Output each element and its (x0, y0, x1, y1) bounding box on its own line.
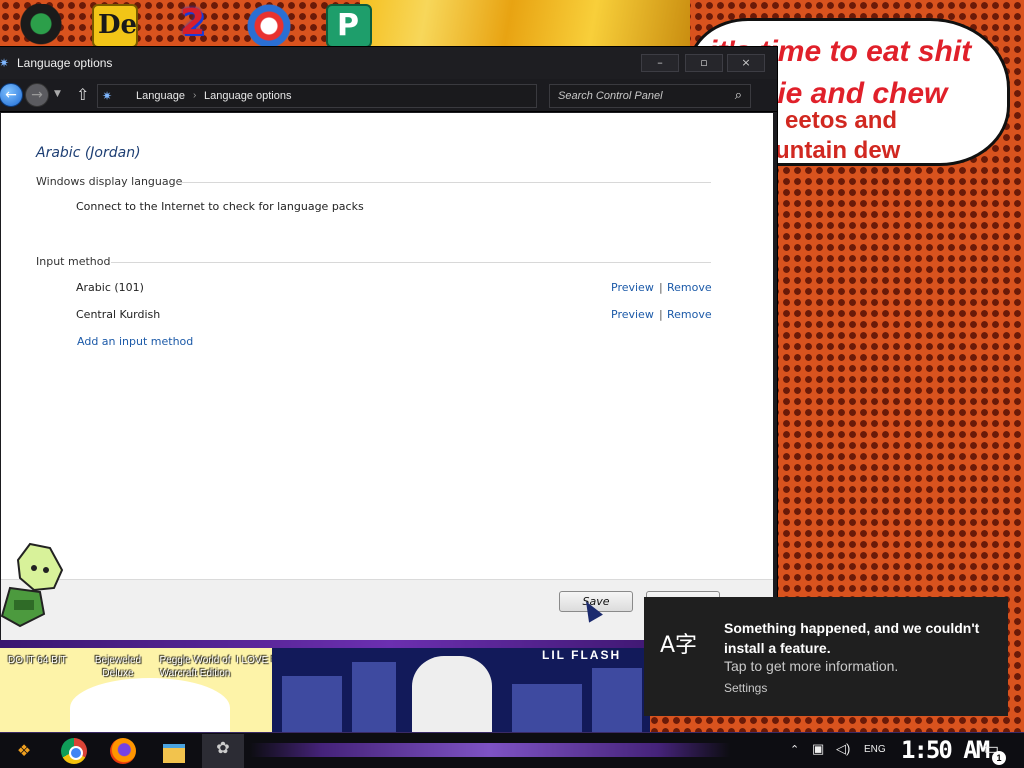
language-options-window: ✷ Language options – ▫ × ← → ▼ ⇧ ✷ Langu… (0, 46, 778, 642)
remove-link[interactable]: Remove (667, 308, 712, 321)
breadcrumb-item-language-options[interactable]: Language options (204, 90, 291, 102)
notification-count-badge: 1 (992, 751, 1006, 765)
breadcrumb[interactable]: ✷ Language › Language options (97, 84, 537, 108)
bubble-line: eetos and (785, 107, 898, 134)
add-input-method-link[interactable]: Add an input method (77, 335, 193, 348)
language-pack-status: Connect to the Internet to check for lan… (76, 200, 364, 213)
chrome-icon[interactable] (61, 738, 87, 764)
taskbar: ❖ ✿ ⌃ ▣ ◁) ENG 1:50 AM ▭ 1 (0, 732, 1024, 768)
file-explorer-icon[interactable] (160, 737, 188, 765)
window-title: Language options (17, 56, 113, 70)
bubble-line: untain dew (775, 137, 901, 164)
language-feature-icon: A字 (660, 633, 698, 658)
character-sticker (0, 542, 64, 628)
notification-toast[interactable]: A字 Something happened, and we couldn't i… (644, 597, 1008, 716)
link-separator: | (659, 281, 663, 294)
link-separator: | (659, 308, 663, 321)
notification-body: Tap to get more information. (724, 658, 899, 674)
breadcrumb-separator-icon: › (193, 90, 197, 101)
app-2-icon[interactable]: 2 (170, 2, 216, 48)
start-button[interactable]: ❖ (10, 737, 38, 765)
wallpaper-poster: LIL FLASH (272, 648, 650, 732)
poster-building (352, 662, 396, 732)
up-arrow-icon[interactable]: ⇧ (76, 85, 89, 104)
close-button[interactable]: × (727, 54, 765, 72)
search-input[interactable]: Search Control Panel ⌕ (549, 84, 751, 108)
running-app-icon[interactable]: ✿ (202, 734, 244, 768)
game-icon[interactable] (18, 4, 64, 48)
poster-figure (412, 656, 492, 732)
network-icon[interactable]: ▣ (812, 741, 824, 757)
volume-icon[interactable]: ◁) (836, 741, 850, 757)
forward-arrow-icon[interactable]: → (25, 83, 49, 107)
page-title: Arabic (Jordan) (36, 145, 141, 161)
section-label-display-language: Windows display language (36, 175, 183, 188)
minimize-button[interactable]: – (641, 54, 679, 72)
notification-title: Something happened, and we couldn't inst… (724, 620, 980, 656)
preview-link[interactable]: Preview (611, 308, 654, 321)
wallpaper-art (360, 0, 690, 50)
desktop-icon-label[interactable]: Bejeweled Deluxe (92, 654, 144, 680)
control-panel-icon: ✷ (102, 89, 113, 103)
notification-source: Settings (724, 681, 768, 695)
taskbar-decoration (250, 743, 730, 757)
breadcrumb-item-language[interactable]: Language (136, 90, 185, 102)
maximize-button[interactable]: ▫ (685, 54, 723, 72)
bubble-line: die and chew (759, 77, 948, 110)
show-hidden-icons-chevron-icon[interactable]: ⌃ (790, 743, 799, 756)
divider (111, 262, 711, 263)
poster-building (512, 684, 582, 732)
desktop-icon-label[interactable]: DO IT 64 BIT (8, 654, 67, 667)
firefox-icon[interactable] (110, 738, 136, 764)
back-arrow-icon[interactable]: ← (0, 83, 23, 107)
input-language-indicator[interactable]: ENG (864, 744, 886, 755)
poster-building (282, 676, 342, 732)
input-method-name: Central Kurdish (76, 308, 161, 321)
input-method-name: Arabic (101) (76, 281, 144, 294)
paint-app-icon[interactable] (246, 4, 292, 48)
section-label-input-method: Input method (36, 255, 111, 268)
title-bar[interactable]: ✷ Language options – ▫ × (0, 47, 777, 79)
poster-title: LIL FLASH (542, 648, 622, 662)
clock[interactable]: 1:50 AM (901, 736, 990, 764)
deluxe-app-icon[interactable]: De (92, 4, 138, 48)
search-placeholder: Search Control Panel (558, 90, 663, 102)
preview-link[interactable]: Preview (611, 281, 654, 294)
poster-building (592, 668, 642, 732)
address-bar: ← → ▼ ⇧ ✷ Language › Language options Se… (0, 79, 777, 112)
content-pane: Arabic (Jordan) Windows display language… (1, 113, 773, 579)
search-icon[interactable]: ⌕ (735, 88, 742, 103)
project-app-icon[interactable]: P (326, 4, 372, 48)
desktop-icon-label[interactable]: Peggle World of Warcraft Edition (157, 654, 233, 680)
control-panel-icon: ✷ (0, 56, 10, 70)
recent-pages-chevron-icon[interactable]: ▼ (54, 89, 61, 99)
divider (177, 182, 711, 183)
remove-link[interactable]: Remove (667, 281, 712, 294)
